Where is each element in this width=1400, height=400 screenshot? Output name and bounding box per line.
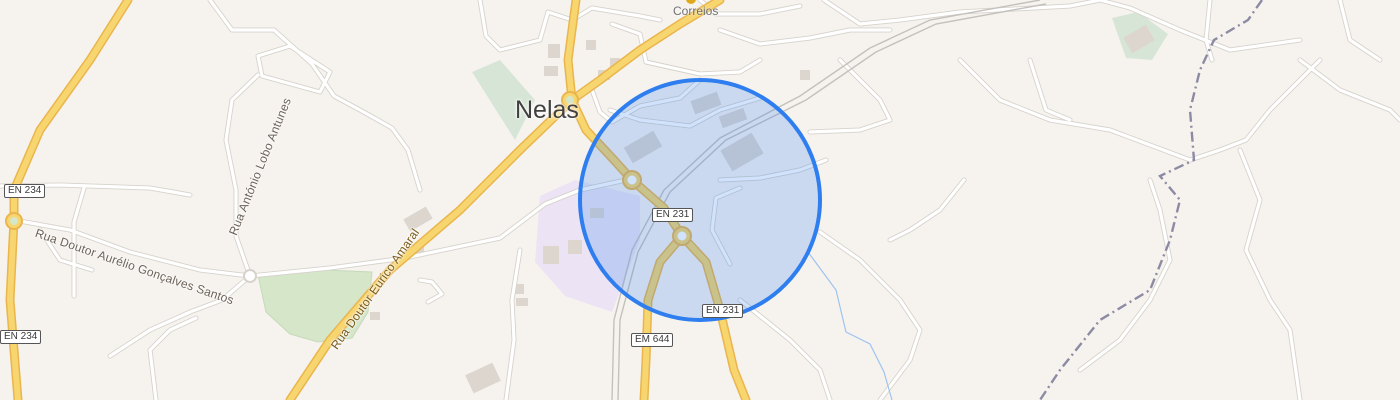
road-shield: EN 234 [0,330,42,344]
road-shield: EN 231 [652,208,694,222]
map-canvas[interactable]: Nelas Correios Rua Doutor Aurélio Gonçal… [0,0,1400,400]
location-layer [578,78,822,322]
road-shield: EN 234 [4,184,46,198]
accuracy-circle-icon[interactable] [578,78,822,322]
place-label: Nelas [515,96,579,124]
road-shield: EN 231 [702,304,744,318]
road-shield: EM 644 [631,333,674,347]
poi-label: Correios [673,4,719,18]
